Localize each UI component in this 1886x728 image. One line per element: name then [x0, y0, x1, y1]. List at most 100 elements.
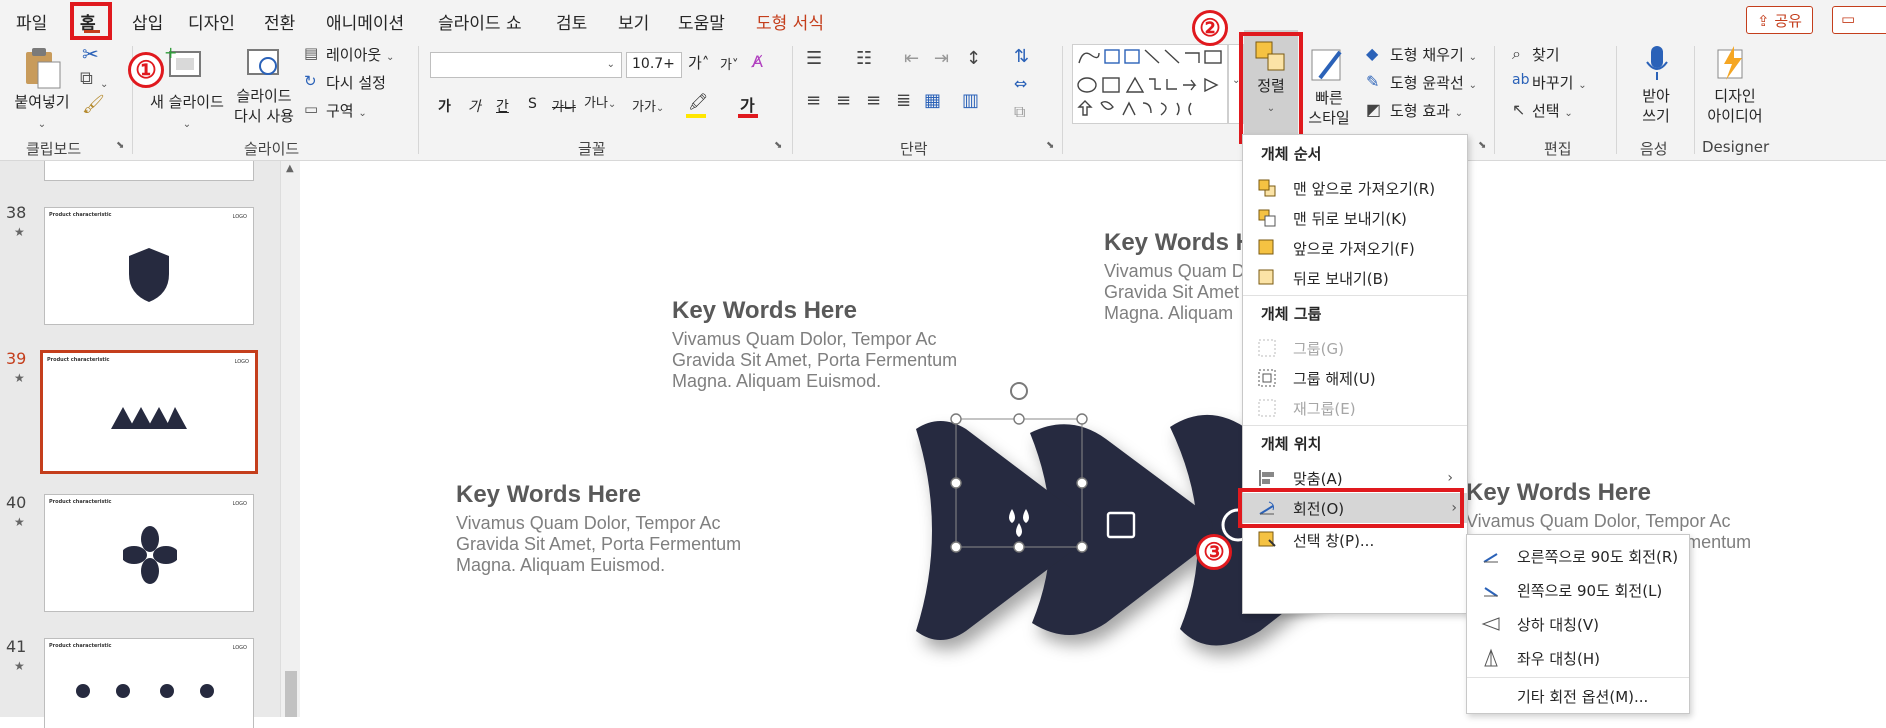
menu-item-group: 그룹(G): [1257, 333, 1463, 363]
tab-help[interactable]: 도움말: [678, 9, 725, 34]
share-button[interactable]: ⇪ 공유: [1746, 6, 1813, 34]
menu-item-selection-pane[interactable]: 선택 창(P)...: [1257, 525, 1463, 555]
numbering-icon[interactable]: ☷: [856, 48, 872, 69]
menu-item-ungroup[interactable]: 그룹 해제(U): [1257, 363, 1463, 393]
format-painter-icon[interactable]: 🖌: [82, 94, 105, 115]
select-button[interactable]: 선택 ⌄: [1532, 100, 1573, 121]
character-spacing-button[interactable]: 가나⌄: [584, 92, 616, 111]
shrink-font-button[interactable]: 가˅: [720, 54, 738, 73]
group-label-clipboard: 클립보드: [26, 140, 82, 158]
slide-thumbnail-partial[interactable]: [44, 161, 254, 181]
menu-item-flip-vertical[interactable]: 상하 대칭(V): [1481, 609, 1685, 639]
text-direction-icon[interactable]: ⇅: [1014, 46, 1029, 67]
slide-thumbnail-39[interactable]: Product characteristic LOGO: [40, 350, 258, 474]
keyword-body[interactable]: Vivamus Quam D Gravida Sit Amet Magna. A…: [1104, 261, 1245, 324]
columns-icon[interactable]: ▥: [962, 90, 979, 111]
menu-item-send-backward[interactable]: 뒤로 보내기(B): [1257, 263, 1463, 293]
design-ideas-button[interactable]: 디자인 아이디어: [1700, 86, 1770, 126]
italic-button[interactable]: 가: [468, 96, 481, 116]
shape-effects-button[interactable]: 도형 효과 ⌄: [1390, 100, 1463, 121]
align-right-icon[interactable]: ≡: [866, 90, 881, 111]
slide-thumbnail-41[interactable]: Product characteristic LOGO: [44, 638, 254, 728]
align-text-icon[interactable]: ⇔: [1014, 74, 1027, 93]
tab-animations[interactable]: 애니메이션: [326, 9, 404, 34]
tab-view[interactable]: 보기: [618, 9, 649, 34]
keyword-title[interactable]: Key Words Here: [456, 481, 641, 509]
find-button[interactable]: 찾기: [1532, 44, 1560, 65]
justify-icon[interactable]: ≣: [896, 90, 911, 111]
tab-shape-format[interactable]: 도형 서식: [756, 9, 824, 34]
shape-fill-button[interactable]: 도형 채우기 ⌄: [1390, 44, 1477, 65]
menu-item-bring-forward[interactable]: 앞으로 가져오기(F): [1257, 233, 1463, 263]
menu-item-label: 그룹(G): [1293, 339, 1344, 358]
bullets-icon[interactable]: ☰: [806, 48, 822, 69]
tab-file[interactable]: 파일: [16, 9, 47, 34]
keyword-body[interactable]: Vivamus Quam Dolor, Tempor Ac Gravida Si…: [456, 513, 741, 576]
menu-item-label: 앞으로 가져오기(F): [1293, 239, 1415, 258]
font-color-button[interactable]: 가: [740, 92, 755, 116]
change-case-button[interactable]: 가가⌄: [632, 96, 664, 115]
bold-button[interactable]: 가: [438, 96, 451, 116]
highlight-icon[interactable]: 🖍: [688, 92, 708, 111]
group-separator: [1694, 46, 1695, 154]
clear-formatting-icon[interactable]: A̸: [752, 52, 763, 71]
grow-font-button[interactable]: 가˄: [688, 52, 709, 73]
chevron-down-icon: ⌄: [1468, 52, 1477, 63]
font-size-combo[interactable]: 10.7+: [626, 52, 682, 78]
dialog-launcher-icon[interactable]: ⬊: [774, 140, 782, 151]
scroll-thumb[interactable]: [285, 671, 297, 717]
layout-button[interactable]: 레이아웃 ⌄: [326, 44, 394, 65]
reuse-slides-button[interactable]: 슬라이드 다시 사용: [228, 86, 300, 126]
text-shadow-button[interactable]: S: [528, 96, 537, 112]
font-name-combo[interactable]: ⌄: [430, 52, 622, 78]
copy-icon[interactable]: ⧉: [80, 68, 93, 89]
line-spacing-icon[interactable]: ↕: [966, 48, 981, 69]
shape-outline-button[interactable]: 도형 윤곽선 ⌄: [1390, 72, 1477, 93]
tab-insert[interactable]: 삽입: [132, 9, 163, 34]
reset-button[interactable]: 다시 설정: [326, 72, 386, 93]
chevron-down-icon[interactable]: ⌄: [100, 72, 108, 91]
tab-transitions[interactable]: 전환: [264, 9, 295, 34]
align-left-icon[interactable]: ≡: [806, 90, 821, 111]
tab-review[interactable]: 검토: [556, 9, 587, 34]
paste-button[interactable]: 붙여넣기 ⌄: [10, 92, 74, 135]
tab-design[interactable]: 디자인: [188, 9, 235, 34]
menu-item-label: 상하 대칭(V): [1517, 615, 1599, 634]
increase-indent-icon[interactable]: ⇥: [934, 48, 949, 69]
menu-item-label: 맨 앞으로 가져오기(R): [1293, 179, 1436, 198]
dialog-launcher-icon[interactable]: ⬊: [1478, 140, 1486, 151]
body-line: Gravida Sit Amet, Porta Fermentum: [456, 534, 742, 554]
menu-item-rotate-left-90[interactable]: 왼쪽으로 90도 회전(L): [1481, 575, 1685, 605]
slide-thumbnail-40[interactable]: Product characteristic LOGO: [44, 494, 254, 612]
shape-gallery[interactable]: [1072, 44, 1228, 124]
tab-slideshow[interactable]: 슬라이드 쇼: [438, 9, 522, 34]
quick-styles-button[interactable]: 빠른 스타일: [1302, 88, 1356, 128]
menu-item-send-to-back[interactable]: 맨 뒤로 보내기(K): [1257, 203, 1463, 233]
keyword-title[interactable]: Key Words Here: [672, 297, 857, 325]
dialog-launcher-icon[interactable]: ⬊: [116, 140, 124, 151]
menu-item-label: 맞춤(A): [1293, 469, 1343, 488]
align-center-icon[interactable]: ≡: [836, 90, 851, 111]
cut-icon[interactable]: ✂: [82, 42, 99, 66]
thumbnail-scrollbar[interactable]: ▲: [280, 161, 300, 717]
underline-button[interactable]: 간: [496, 96, 509, 116]
scroll-up-icon[interactable]: ▲: [286, 163, 294, 174]
replace-button[interactable]: 바꾸기 ⌄: [1532, 72, 1587, 93]
rotate-handle-icon[interactable]: [1010, 382, 1028, 400]
comments-button[interactable]: ▭: [1832, 6, 1886, 34]
smartart-icon[interactable]: ⧉: [1014, 102, 1025, 122]
menu-item-rotate-right-90[interactable]: 오른쪽으로 90도 회전(R): [1481, 541, 1685, 571]
keyword-title[interactable]: Key Words Here: [1466, 479, 1651, 507]
menu-item-flip-horizontal[interactable]: 좌우 대칭(H): [1481, 643, 1685, 673]
dictate-button[interactable]: 받아 쓰기: [1626, 86, 1686, 126]
distributed-icon[interactable]: ▦: [924, 90, 941, 111]
section-button[interactable]: 구역 ⌄: [326, 100, 367, 121]
strikethrough-button[interactable]: 가나: [552, 96, 576, 115]
dialog-launcher-icon[interactable]: ⬊: [1046, 140, 1054, 151]
new-slide-button[interactable]: 새 슬라이드 ⌄: [144, 92, 230, 135]
decrease-indent-icon[interactable]: ⇤: [904, 48, 919, 69]
step-badge-1: ①: [128, 52, 164, 88]
menu-item-more-rotation-options[interactable]: 기타 회전 옵션(M)...: [1481, 681, 1685, 711]
menu-item-bring-to-front[interactable]: 맨 앞으로 가져오기(R): [1257, 173, 1463, 203]
slide-thumbnail-38[interactable]: Product characteristic LOGO: [44, 207, 254, 325]
